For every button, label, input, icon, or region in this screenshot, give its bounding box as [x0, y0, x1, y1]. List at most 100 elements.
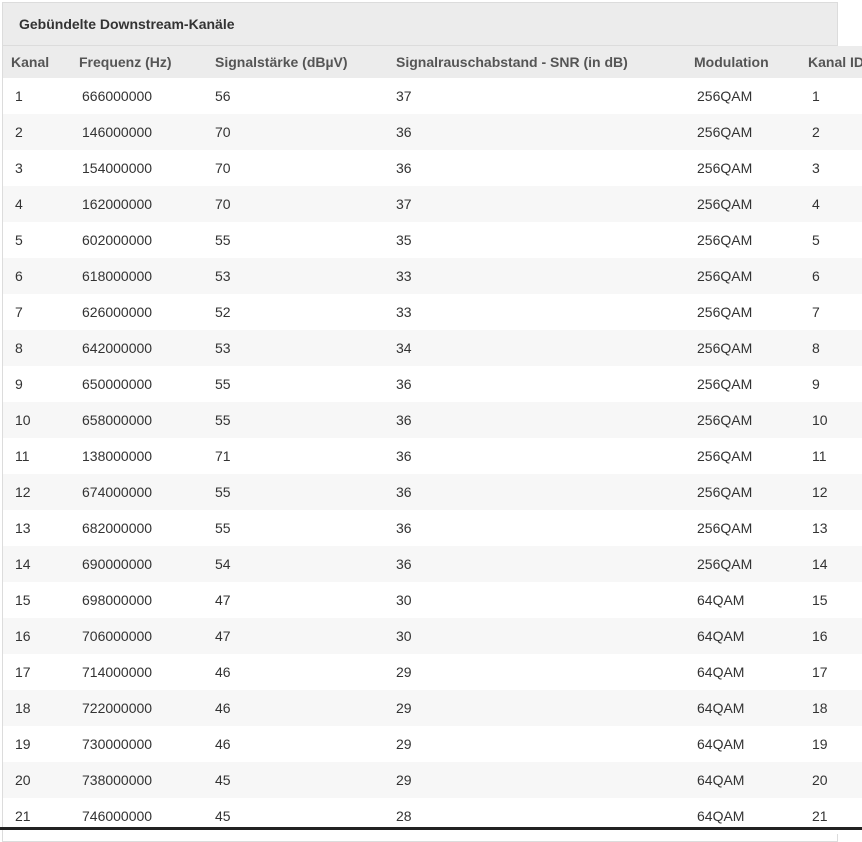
cell-signalstaerke: 71	[206, 438, 387, 474]
table-row: 18 722000000 46 29 64QAM 18	[3, 690, 862, 726]
column-header-modulation: Modulation	[685, 46, 800, 78]
cell-snr: 37	[387, 78, 685, 114]
cell-kanal-id: 15	[800, 582, 862, 618]
cell-snr: 36	[387, 150, 685, 186]
cell-frequenz: 714000000	[71, 654, 206, 690]
cell-kanal: 4	[3, 186, 71, 222]
cell-frequenz: 698000000	[71, 582, 206, 618]
cell-kanal: 10	[3, 402, 71, 438]
table-row: 6 618000000 53 33 256QAM 6	[3, 258, 862, 294]
table-row: 17 714000000 46 29 64QAM 17	[3, 654, 862, 690]
cell-signalstaerke: 55	[206, 510, 387, 546]
table-row: 10 658000000 55 36 256QAM 10	[3, 402, 862, 438]
cell-kanal-id: 11	[800, 438, 862, 474]
cell-snr: 35	[387, 222, 685, 258]
cell-kanal: 3	[3, 150, 71, 186]
cell-frequenz: 738000000	[71, 762, 206, 798]
cell-frequenz: 674000000	[71, 474, 206, 510]
table-row: 9 650000000 55 36 256QAM 9	[3, 366, 862, 402]
cell-modulation: 256QAM	[685, 150, 800, 186]
table-row: 5 602000000 55 35 256QAM 5	[3, 222, 862, 258]
table-row: 11 138000000 71 36 256QAM 11	[3, 438, 862, 474]
cell-signalstaerke: 55	[206, 474, 387, 510]
cell-snr: 30	[387, 582, 685, 618]
cell-snr: 29	[387, 762, 685, 798]
cell-kanal: 8	[3, 330, 71, 366]
cell-frequenz: 642000000	[71, 330, 206, 366]
cell-kanal-id: 10	[800, 402, 862, 438]
cell-kanal: 7	[3, 294, 71, 330]
cell-kanal-id: 7	[800, 294, 862, 330]
cell-kanal: 11	[3, 438, 71, 474]
cell-modulation: 64QAM	[685, 654, 800, 690]
cell-kanal: 1	[3, 78, 71, 114]
cell-kanal-id: 19	[800, 726, 862, 762]
cell-modulation: 256QAM	[685, 78, 800, 114]
cell-modulation: 64QAM	[685, 726, 800, 762]
column-header-snr: Signalrauschabstand - SNR (in dB)	[387, 46, 685, 78]
cell-modulation: 256QAM	[685, 114, 800, 150]
cell-snr: 36	[387, 546, 685, 582]
table-row: 19 730000000 46 29 64QAM 19	[3, 726, 862, 762]
cell-signalstaerke: 45	[206, 762, 387, 798]
cell-kanal-id: 13	[800, 510, 862, 546]
cell-snr: 33	[387, 294, 685, 330]
cell-signalstaerke: 70	[206, 186, 387, 222]
cell-kanal-id: 9	[800, 366, 862, 402]
column-header-signalstaerke: Signalstärke (dBµV)	[206, 46, 387, 78]
panel-title: Gebündelte Downstream-Kanäle	[19, 16, 235, 32]
cell-kanal-id: 5	[800, 222, 862, 258]
cell-modulation: 64QAM	[685, 618, 800, 654]
downstream-channels-panel: Gebündelte Downstream-Kanäle Kanal Frequ…	[2, 2, 862, 842]
cell-signalstaerke: 53	[206, 258, 387, 294]
cell-signalstaerke: 52	[206, 294, 387, 330]
cell-frequenz: 706000000	[71, 618, 206, 654]
table-row: 7 626000000 52 33 256QAM 7	[3, 294, 862, 330]
cell-modulation: 256QAM	[685, 330, 800, 366]
cell-signalstaerke: 55	[206, 222, 387, 258]
cell-kanal: 16	[3, 618, 71, 654]
cell-kanal-id: 8	[800, 330, 862, 366]
cell-snr: 36	[387, 366, 685, 402]
cell-kanal: 18	[3, 690, 71, 726]
cell-kanal-id: 17	[800, 654, 862, 690]
cell-kanal: 9	[3, 366, 71, 402]
table-body: 1 666000000 56 37 256QAM 1 2 146000000 70 36 256QA…	[3, 78, 862, 834]
cell-snr: 36	[387, 114, 685, 150]
cell-frequenz: 162000000	[71, 186, 206, 222]
cell-signalstaerke: 56	[206, 78, 387, 114]
cell-modulation: 256QAM	[685, 294, 800, 330]
cell-kanal-id: 2	[800, 114, 862, 150]
cell-kanal: 14	[3, 546, 71, 582]
cell-modulation: 256QAM	[685, 402, 800, 438]
cell-signalstaerke: 55	[206, 402, 387, 438]
cell-frequenz: 618000000	[71, 258, 206, 294]
cell-kanal-id: 16	[800, 618, 862, 654]
cell-kanal-id: 3	[800, 150, 862, 186]
column-header-kanal-id: Kanal ID	[800, 46, 862, 78]
cell-snr: 34	[387, 330, 685, 366]
cell-snr: 29	[387, 690, 685, 726]
cell-kanal-id: 18	[800, 690, 862, 726]
table-row: 4 162000000 70 37 256QAM 4	[3, 186, 862, 222]
cell-signalstaerke: 54	[206, 546, 387, 582]
cell-modulation: 64QAM	[685, 582, 800, 618]
cell-signalstaerke: 70	[206, 114, 387, 150]
cell-signalstaerke: 55	[206, 366, 387, 402]
cell-frequenz: 154000000	[71, 150, 206, 186]
cell-kanal: 20	[3, 762, 71, 798]
table-row: 13 682000000 55 36 256QAM 13	[3, 510, 862, 546]
table-row: 15 698000000 47 30 64QAM 15	[3, 582, 862, 618]
cell-signalstaerke: 46	[206, 654, 387, 690]
table-header: Kanal Frequenz (Hz) Signalstärke (dBµV) …	[3, 46, 862, 78]
cell-frequenz: 138000000	[71, 438, 206, 474]
cell-kanal-id: 12	[800, 474, 862, 510]
cell-kanal: 13	[3, 510, 71, 546]
cell-snr: 36	[387, 474, 685, 510]
cell-snr: 33	[387, 258, 685, 294]
cell-kanal-id: 4	[800, 186, 862, 222]
cell-snr: 37	[387, 186, 685, 222]
cell-signalstaerke: 47	[206, 582, 387, 618]
cell-signalstaerke: 46	[206, 690, 387, 726]
table-row: 20 738000000 45 29 64QAM 20	[3, 762, 862, 798]
